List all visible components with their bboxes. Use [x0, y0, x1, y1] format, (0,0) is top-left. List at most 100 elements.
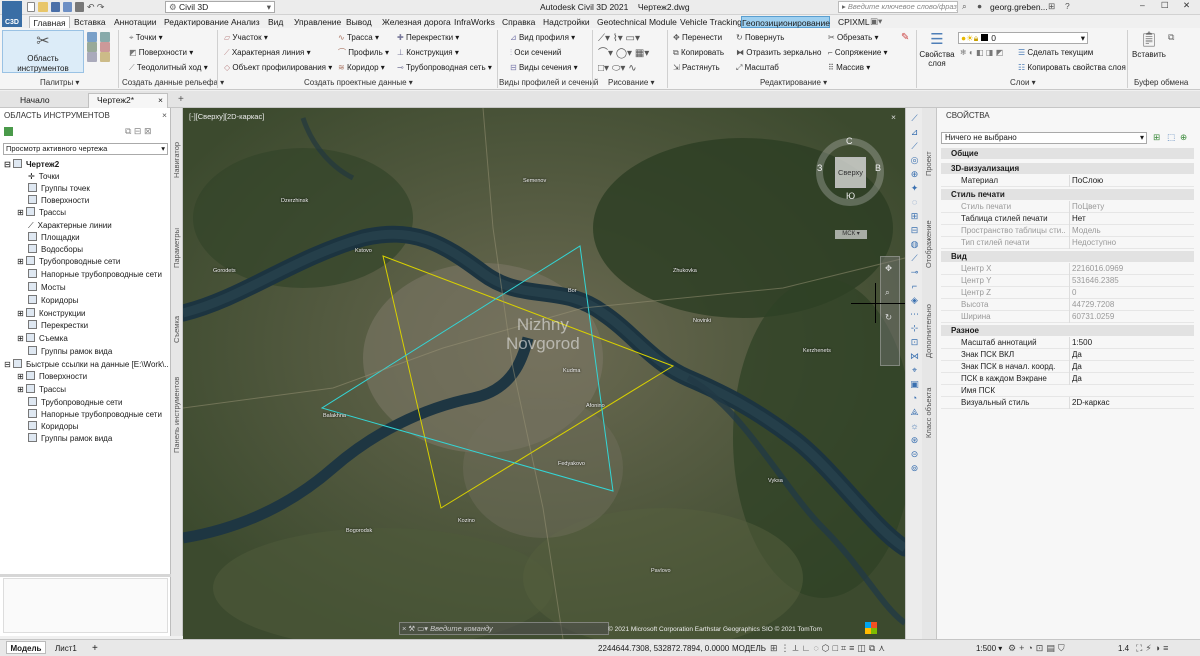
close-cmd-icon[interactable]: × [402, 624, 406, 633]
tool-4-icon[interactable]: ◎ [911, 155, 919, 165]
surfaces-button[interactable]: ◩ Поверхности ▾ [129, 47, 193, 59]
group-design[interactable]: Создать проектные данные ▾ [304, 78, 413, 87]
move-button[interactable]: ✥ Перенести [673, 32, 722, 44]
tool-26-icon[interactable]: ⊚ [911, 463, 919, 473]
model-space-button[interactable]: МОДЕЛЬ [732, 642, 766, 655]
prop-row[interactable]: Визуальный стиль 2D-каркас [941, 397, 1194, 409]
grading-button[interactable]: ◇ Объект профилирования ▾ [224, 62, 332, 74]
section-views-button[interactable]: ⊟ Виды сечения ▾ [510, 62, 578, 74]
prop-row[interactable]: Имя ПСК [941, 385, 1194, 397]
prop-row[interactable]: Центр Z 0 [941, 287, 1194, 299]
tab-help[interactable]: Справка [502, 16, 535, 28]
select-objects-icon[interactable]: ⬚ [1167, 132, 1175, 143]
rectangle-icon[interactable]: □ [598, 63, 604, 74]
group-profiles[interactable]: Виды профилей и сечений [499, 78, 598, 87]
arc-icon[interactable]: ⌒ [598, 48, 608, 59]
corridor-button[interactable]: ≋ Коридор ▾ [338, 62, 385, 74]
category-view[interactable]: Вид [941, 251, 1194, 262]
tree-item-featurelines[interactable]: ⟋ Характерные линии [28, 220, 112, 232]
group-draw[interactable]: Рисование ▾ [608, 78, 655, 87]
annomonitor-icon[interactable]: ◔ [1027, 643, 1035, 653]
tab-annotate[interactable]: Аннотации [114, 16, 157, 28]
new-icon[interactable] [27, 2, 35, 12]
prop-row[interactable]: Центр Y 531646.2385 [941, 275, 1194, 287]
tool-13-icon[interactable]: ⌐ [912, 281, 917, 291]
tree-item-view-frames[interactable]: Группы рамок вида [28, 346, 112, 358]
properties-icon[interactable] [87, 52, 97, 62]
tab-output[interactable]: Вывод [346, 16, 372, 28]
prop-row[interactable]: Масштаб аннотаций 1:500 [941, 337, 1194, 349]
infer-icon[interactable]: ⟂ [793, 643, 802, 653]
tab-home[interactable]: Главная [29, 16, 70, 28]
tab-railway[interactable]: Железная дорога [382, 16, 451, 28]
tool-1-icon[interactable]: ⟋ [911, 113, 917, 123]
tool-23-icon[interactable]: ☼ [910, 421, 918, 431]
tree-item-catchments[interactable]: Водосборы [28, 244, 83, 256]
tab-view[interactable]: Вид [268, 16, 283, 28]
paste-button[interactable]: 📋︎ Вставить [1132, 30, 1166, 59]
mirror-button[interactable]: ⧓ Отразить зеркально [736, 47, 821, 59]
tab-prospector[interactable]: Навигатор [172, 142, 181, 178]
prop-row[interactable]: Стиль печати ПоЦвету [941, 201, 1194, 213]
tree-item-pipe-networks[interactable]: ⊞ Трубопроводные сети [17, 256, 120, 268]
tool-16-icon[interactable]: ⊹ [911, 323, 919, 333]
tool-2-icon[interactable]: ⊿ [911, 127, 919, 137]
cart-icon[interactable]: ⊞ [1048, 1, 1055, 12]
tool-9-icon[interactable]: ⊟ [911, 225, 919, 235]
tree-item-sites[interactable]: Площадки [28, 232, 80, 244]
compass-south[interactable]: Ю [846, 191, 855, 201]
parcel-button[interactable]: ▱ Участок ▾ [224, 32, 268, 44]
tab-drawing[interactable]: Чертеж2* × [88, 93, 168, 108]
osnap-icon[interactable]: □ [833, 643, 841, 653]
tab-settings[interactable]: Параметры [172, 228, 181, 268]
fillet-button[interactable]: ⌐ Сопряжение ▾ [828, 47, 888, 59]
panel-options-icons[interactable]: ⧉ ⊟ ⊠ [125, 126, 152, 137]
prop-row[interactable]: Центр X 2216016.0969 [941, 263, 1194, 275]
rotate-button[interactable]: ↻ Повернуть [736, 32, 784, 44]
tree-sc-corridors[interactable]: Коридоры [28, 421, 78, 433]
workspace-dropdown[interactable]: ⚙ Civil 3D ▾ [165, 1, 275, 13]
tool-3-icon[interactable]: ⟋ [911, 141, 917, 151]
clean-screen-icon[interactable]: ⛶ [1136, 643, 1145, 653]
tree-item-surfaces[interactable]: Поверхности [28, 195, 89, 207]
tab-toolbox[interactable]: Панель инструментов [172, 377, 181, 453]
ellipse-icon[interactable]: ⬭ [612, 63, 621, 74]
tree-item-survey[interactable]: ⊞ Съемка [17, 333, 68, 345]
layer-dropdown[interactable]: ●☀🔒︎ 0 ▾ [958, 32, 1088, 44]
viewport-controls[interactable]: [-][Сверху][2D-каркас] [189, 112, 264, 121]
tab-cpixml[interactable]: CPIXML [838, 16, 870, 28]
prop-row[interactable]: Пространство таблицы сти... Модель [941, 225, 1194, 237]
minimize-icon[interactable]: – [1140, 0, 1145, 10]
tree-shortcuts-root[interactable]: ⊟ Быстрые ссылки на данные [E:\Work\... [4, 359, 169, 371]
prop-row[interactable]: Ширина 60731.0259 [941, 311, 1194, 323]
category-3d[interactable]: 3D-визуализация [941, 163, 1194, 174]
profile-button[interactable]: ⌒ Профиль ▾ [338, 47, 389, 59]
tab-extended[interactable]: Дополнительно [924, 304, 933, 358]
prop-row[interactable]: Таблица стилей печати Нет [941, 213, 1194, 225]
command-line[interactable]: × ⚒ ▭▾ Введите команду [399, 622, 609, 635]
tree-item-intersections[interactable]: Перекрестки [28, 320, 88, 332]
tab-infraworks[interactable]: InfraWorks [454, 16, 495, 28]
viewport-close-icon[interactable]: × [891, 112, 896, 122]
copyclip-icon[interactable]: ⧉ [1168, 32, 1174, 43]
hatch-icon[interactable]: ▦ [635, 48, 644, 59]
transparency-icon[interactable]: ◫ [857, 643, 869, 653]
group-modify[interactable]: Редактирование ▾ [760, 78, 827, 87]
layer-match-icon[interactable]: ◨ [986, 48, 994, 57]
quick-select-icon[interactable]: ⊞ [1153, 132, 1160, 143]
array-button[interactable]: ⠿ Массив ▾ [828, 62, 870, 74]
tool-10-icon[interactable]: ◍ [911, 239, 919, 249]
tool-7-icon[interactable]: ◌ [912, 197, 917, 207]
alignment-button[interactable]: ∿ Трасса ▾ [338, 32, 379, 44]
save-icon[interactable] [51, 2, 60, 12]
panel-divider[interactable] [0, 574, 171, 577]
tree-item-assemblies[interactable]: ⊞ Конструкции [17, 308, 86, 320]
viewcube[interactable]: Сверху С Ю В З [816, 136, 884, 206]
prop-row[interactable]: Высота 44729.7208 [941, 299, 1194, 311]
stretch-button[interactable]: ⇲ Растянуть [673, 62, 720, 74]
orbit-icon[interactable]: ↻ [885, 312, 892, 323]
prop-row[interactable]: ПСК в каждом Вэкране Да [941, 373, 1194, 385]
copy-button[interactable]: ⧉ Копировать [673, 47, 724, 59]
help-icon[interactable]: ? [1065, 1, 1070, 11]
layer-freeze-icon[interactable]: ❄ [960, 48, 967, 57]
